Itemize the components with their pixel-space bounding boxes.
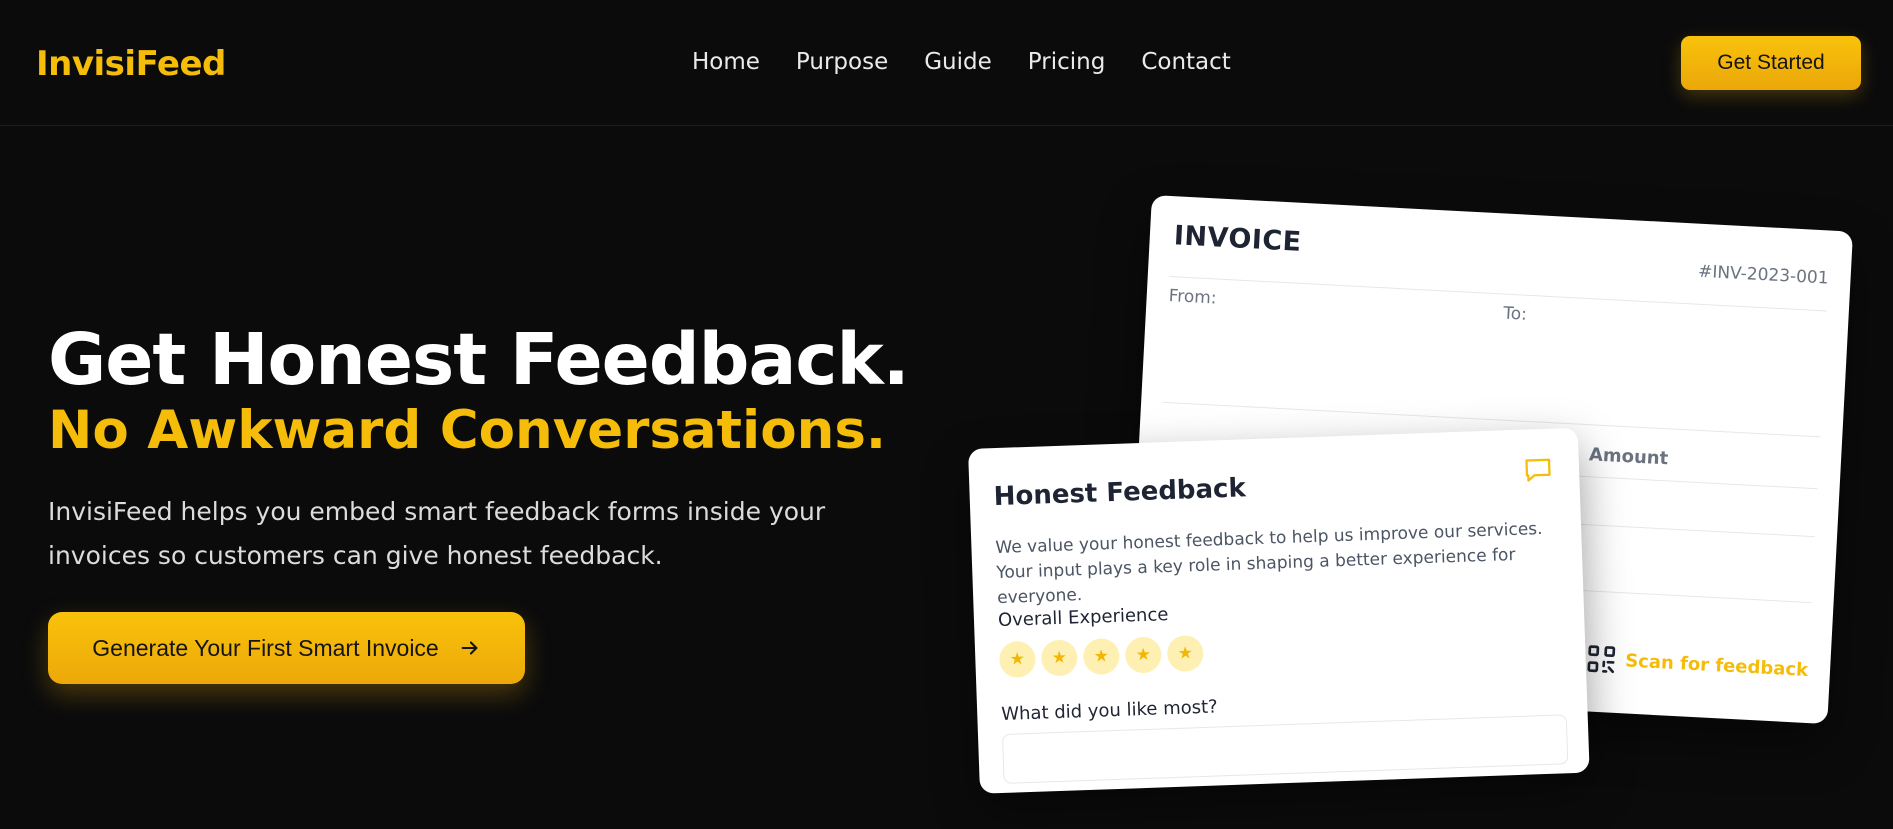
hero-title: Get Honest Feedback. [48, 318, 910, 401]
like-most-input[interactable] [1001, 714, 1569, 784]
main-nav: Home Purpose Guide Pricing Contact [692, 49, 1267, 75]
generate-invoice-button[interactable]: Generate Your First Smart Invoice [48, 612, 525, 684]
hero-subtitle: No Awkward Conversations. [48, 400, 887, 461]
star-2[interactable]: ★ [1040, 639, 1078, 677]
overall-experience-label: Overall Experience [997, 604, 1169, 632]
star-1[interactable]: ★ [998, 640, 1036, 679]
like-most-label: What did you like most? [1000, 696, 1219, 725]
arrow-right-icon [461, 641, 478, 655]
get-started-button[interactable]: Get Started [1681, 36, 1861, 90]
feedback-title: Honest Feedback [993, 473, 1247, 513]
invoice-amount-label: Amount [1588, 444, 1669, 470]
chat-bubble-icon [1525, 458, 1551, 482]
invoice-title: INVOICE [1173, 220, 1303, 258]
nav-purpose[interactable]: Purpose [796, 49, 888, 75]
feedback-card: Honest Feedback We value your honest fee… [968, 427, 1590, 794]
nav-pricing[interactable]: Pricing [1028, 49, 1106, 75]
nav-home[interactable]: Home [692, 49, 760, 75]
star-5[interactable]: ★ [1166, 634, 1204, 673]
logo[interactable]: InvisiFeed [36, 44, 226, 84]
feedback-description: We value your honest feedback to help us… [995, 519, 1543, 609]
qr-code-icon [1587, 645, 1616, 674]
nav-contact[interactable]: Contact [1141, 49, 1230, 75]
invoice-to-label: To: [1502, 303, 1528, 325]
invoice-from-label: From: [1168, 286, 1218, 309]
hero-description: InvisiFeed helps you embed smart feedbac… [48, 497, 826, 570]
generate-invoice-label: Generate Your First Smart Invoice [92, 634, 439, 661]
star-3[interactable]: ★ [1082, 637, 1120, 676]
star-4[interactable]: ★ [1124, 636, 1162, 674]
star-rating: ★ ★ ★ ★ ★ [998, 634, 1204, 679]
scan-for-feedback[interactable]: Scan for feedback [1584, 642, 1809, 686]
invoice-number: #INV-2023-001 [1697, 261, 1830, 289]
nav-guide[interactable]: Guide [924, 49, 992, 75]
scan-for-feedback-label: Scan for feedback [1624, 649, 1809, 681]
site-header: InvisiFeed Home Purpose Guide Pricing Co… [0, 0, 1893, 126]
